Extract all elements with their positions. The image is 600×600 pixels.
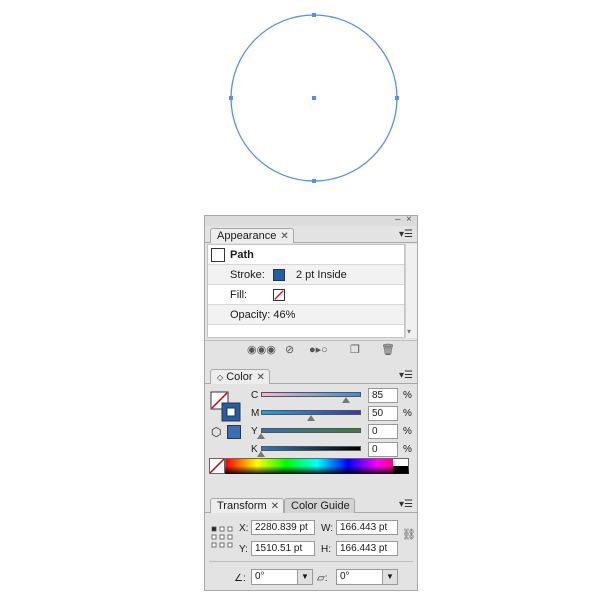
- panel-dock-title-bar[interactable]: – ×: [205, 214, 417, 226]
- close-tab-icon[interactable]: ✕: [271, 501, 279, 512]
- appearance-scrollbar[interactable]: ▾: [405, 244, 417, 338]
- magenta-slider-thumb[interactable]: [307, 415, 315, 421]
- delete-item-icon[interactable]: 🗑: [381, 344, 395, 356]
- appearance-object-row[interactable]: Path: [208, 245, 404, 265]
- appearance-list: Path Stroke: 2 pt Inside Fill: Opacity: …: [207, 244, 405, 338]
- shear-icon: ▱:: [317, 573, 328, 584]
- x-label: X:: [239, 523, 249, 534]
- rotate-value: 0°: [255, 571, 265, 582]
- cyan-slider-thumb[interactable]: [342, 397, 350, 403]
- none-color-icon[interactable]: [209, 458, 225, 474]
- web-color-swatch[interactable]: [227, 425, 241, 439]
- cyan-value-field[interactable]: 85: [368, 388, 398, 403]
- panel-menu-icon[interactable]: ▾☰: [399, 230, 413, 240]
- add-new-effect-icon[interactable]: ◉◉◉: [247, 344, 276, 356]
- options-toggle-icon[interactable]: ◇: [217, 373, 223, 382]
- shear-value: 0°: [340, 571, 350, 582]
- yellow-unit: %: [403, 426, 412, 437]
- fill-stroke-proxy[interactable]: [210, 391, 242, 423]
- close-dock-icon[interactable]: ×: [406, 214, 412, 226]
- tab-appearance[interactable]: Appearance ✕: [210, 228, 294, 243]
- anchor-point-right[interactable]: [395, 96, 399, 100]
- tab-color-guide[interactable]: Color Guide: [284, 498, 355, 513]
- color-tab-row: ◇ Color ✕ ▾☰: [205, 367, 417, 384]
- white-swatch[interactable]: [393, 459, 408, 466]
- stroke-attribute-row[interactable]: Stroke: 2 pt Inside: [208, 265, 404, 285]
- cyan-unit: %: [403, 390, 412, 401]
- x-position-field[interactable]: 2280.839 pt: [251, 520, 315, 535]
- rotate-icon: ∠:: [234, 573, 246, 584]
- black-value-field[interactable]: 0: [368, 442, 398, 457]
- constrain-proportions-link-icon[interactable]: ⛓: [402, 528, 416, 541]
- height-field[interactable]: 166.443 pt: [336, 541, 398, 556]
- tab-transform[interactable]: Transform ✕: [210, 498, 285, 513]
- magenta-unit: %: [403, 408, 412, 419]
- width-field[interactable]: 166.443 pt: [336, 520, 398, 535]
- scroll-down-icon[interactable]: ▾: [407, 327, 411, 336]
- fill-label: Fill:: [230, 289, 248, 301]
- fill-attribute-row[interactable]: Fill:: [208, 285, 404, 305]
- object-type-label: Path: [230, 249, 254, 261]
- fill-none-swatch-icon[interactable]: [273, 289, 285, 301]
- panel-menu-icon[interactable]: ▾☰: [399, 371, 413, 381]
- tab-color-label: Color: [226, 371, 253, 383]
- transform-tab-row: Transform ✕ Color Guide ▾☰: [205, 496, 417, 513]
- stroke-color-swatch[interactable]: [273, 269, 285, 281]
- clear-appearance-icon[interactable]: ⊘: [285, 344, 294, 356]
- tab-color-guide-label: Color Guide: [291, 500, 350, 512]
- y-label: Y:: [239, 544, 248, 555]
- yellow-slider-track[interactable]: [261, 428, 361, 433]
- divider: [209, 561, 413, 562]
- anchor-point-left[interactable]: [229, 96, 233, 100]
- rotate-angle-combo[interactable]: 0° ▼: [251, 569, 313, 585]
- cyan-label: C: [251, 390, 259, 401]
- chevron-down-icon[interactable]: ▼: [382, 570, 397, 584]
- black-slider-thumb[interactable]: [257, 451, 265, 457]
- artboard-canvas[interactable]: [0, 0, 600, 210]
- panel-dock: – × Appearance ✕ ▾☰ Path Stroke: 2 pt Ins…: [204, 214, 418, 591]
- stroke-label: Stroke:: [230, 269, 265, 281]
- width-label: W:: [321, 523, 334, 534]
- magenta-value-field[interactable]: 50: [368, 406, 398, 421]
- anchor-point-top[interactable]: [312, 13, 316, 17]
- y-position-field[interactable]: 1510.51 pt: [251, 541, 315, 556]
- yellow-slider-thumb[interactable]: [257, 433, 265, 439]
- black-unit: %: [403, 444, 412, 455]
- tab-transform-label: Transform: [217, 500, 267, 512]
- panel-menu-icon[interactable]: ▾☰: [399, 500, 413, 510]
- close-tab-icon[interactable]: ✕: [280, 231, 288, 242]
- shear-angle-combo[interactable]: 0° ▼: [336, 569, 398, 585]
- duplicate-item-icon[interactable]: ❐: [350, 344, 360, 356]
- height-label: H:: [321, 544, 331, 555]
- anchor-point-bottom[interactable]: [312, 179, 316, 183]
- opacity-attribute-row[interactable]: Opacity: 46%: [208, 305, 404, 325]
- appearance-tab-row: Appearance ✕ ▾☰: [205, 226, 417, 243]
- black-swatch[interactable]: [393, 466, 408, 473]
- tab-color[interactable]: ◇ Color ✕: [210, 369, 270, 384]
- spectrum-shade: [225, 466, 409, 474]
- object-thumbnail-icon: [211, 248, 225, 262]
- tab-appearance-label: Appearance: [217, 230, 277, 242]
- appearance-footer-toolbar: ◉◉◉ ⊘ ●▸○ ❐ 🗑: [205, 340, 417, 359]
- black-slider-track[interactable]: [261, 446, 361, 451]
- yellow-value-field[interactable]: 0: [368, 424, 398, 439]
- magenta-label: M: [251, 408, 260, 419]
- center-point: [312, 96, 316, 100]
- close-tab-icon[interactable]: ✕: [257, 372, 265, 383]
- out-of-web-gamut-cube-icon[interactable]: ⬡: [211, 425, 221, 439]
- collapse-icon[interactable]: –: [395, 214, 401, 226]
- reduce-to-basic-icon[interactable]: ●▸○: [309, 344, 328, 356]
- stroke-value: 2 pt Inside: [296, 269, 347, 281]
- reference-point-locator-icon[interactable]: [211, 526, 233, 548]
- opacity-label: Opacity: 46%: [230, 309, 296, 321]
- chevron-down-icon[interactable]: ▼: [297, 570, 312, 584]
